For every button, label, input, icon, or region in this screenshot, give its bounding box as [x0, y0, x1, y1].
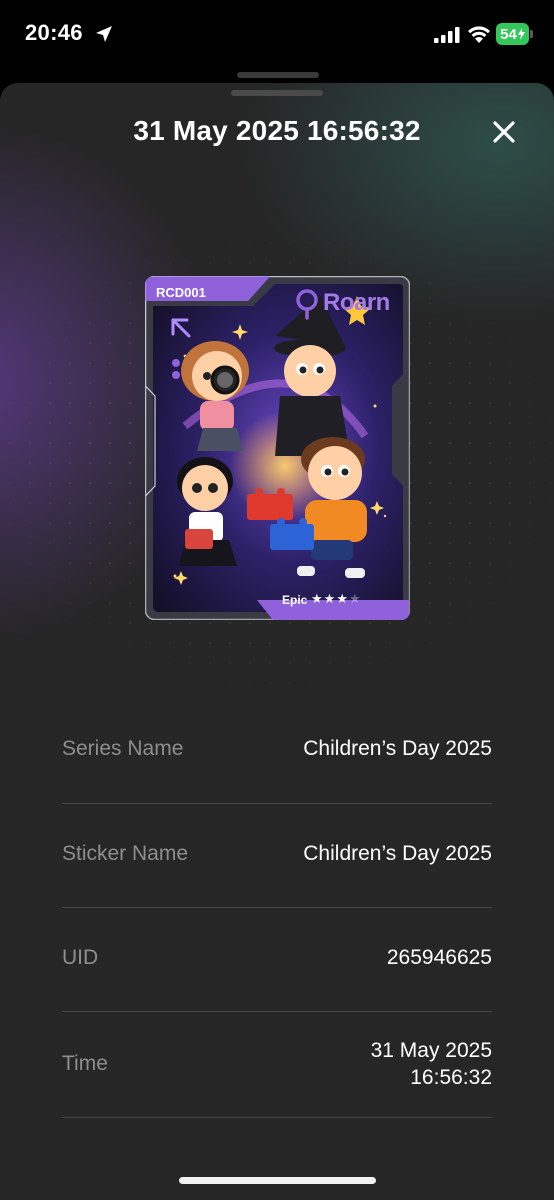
star-filled-icon: ★ [323, 591, 337, 606]
battery-body: 54 [496, 23, 529, 45]
time-label: Time [62, 1052, 108, 1075]
sticker-name-label: Sticker Name [62, 842, 189, 865]
rarity-label: Epic [282, 593, 308, 607]
series-name-row: Series Name Children’s Day 2025 [62, 700, 492, 804]
wifi-icon [468, 26, 490, 43]
background-sheet-handle [237, 72, 319, 78]
home-indicator[interactable] [179, 1177, 376, 1184]
series-name-label: Series Name [62, 737, 184, 760]
sticker-code: RCD001 [156, 285, 206, 300]
star-filled-icon: ★ [311, 591, 324, 606]
battery-level: 54 [500, 25, 517, 43]
star-empty-icon: ★ [348, 591, 362, 606]
sticker-artwork [145, 276, 410, 620]
sticker-name-value: Children’s Day 2025 [303, 842, 492, 865]
series-name-value: Children’s Day 2025 [303, 737, 492, 760]
battery-tip [530, 30, 533, 38]
rarity-stars: ★★★★ [311, 591, 362, 607]
time-value: 31 May 2025 16:56:32 [371, 1037, 492, 1091]
screen: 20:46 54 31 May 2025 16:56:32 RCD001 Roa… [0, 0, 554, 1200]
detail-list: Series Name Children’s Day 2025 Sticker … [62, 700, 492, 1118]
star-filled-icon: ★ [336, 591, 349, 606]
sticker-name-row: Sticker Name Children’s Day 2025 [62, 804, 492, 908]
time-row: Time 31 May 2025 16:56:32 [62, 1012, 492, 1118]
detail-sheet: 31 May 2025 16:56:32 RCD001 Roarn Epic ★… [0, 83, 554, 1200]
status-bar: 20:46 54 [0, 0, 554, 68]
time-value-date: 31 May 2025 [370, 1039, 492, 1062]
time-value-clock: 16:56:32 [410, 1066, 492, 1089]
uid-row: UID 265946625 [62, 908, 492, 1012]
uid-value: 265946625 [386, 946, 492, 969]
close-icon[interactable] [488, 116, 520, 148]
brand-name: Roarn [323, 289, 390, 316]
sheet-title: 31 May 2025 16:56:32 [133, 115, 421, 146]
sheet-drag-handle[interactable] [231, 90, 323, 96]
bolt-icon [517, 28, 525, 40]
cellular-signal-icon [434, 27, 460, 43]
location-arrow-icon [96, 26, 112, 42]
battery-charging-icon: 54 [496, 23, 533, 45]
sticker-card[interactable]: RCD001 Roarn Epic ★★★★ [145, 276, 410, 620]
uid-label: UID [62, 946, 99, 969]
status-time: 20:46 [25, 20, 83, 45]
